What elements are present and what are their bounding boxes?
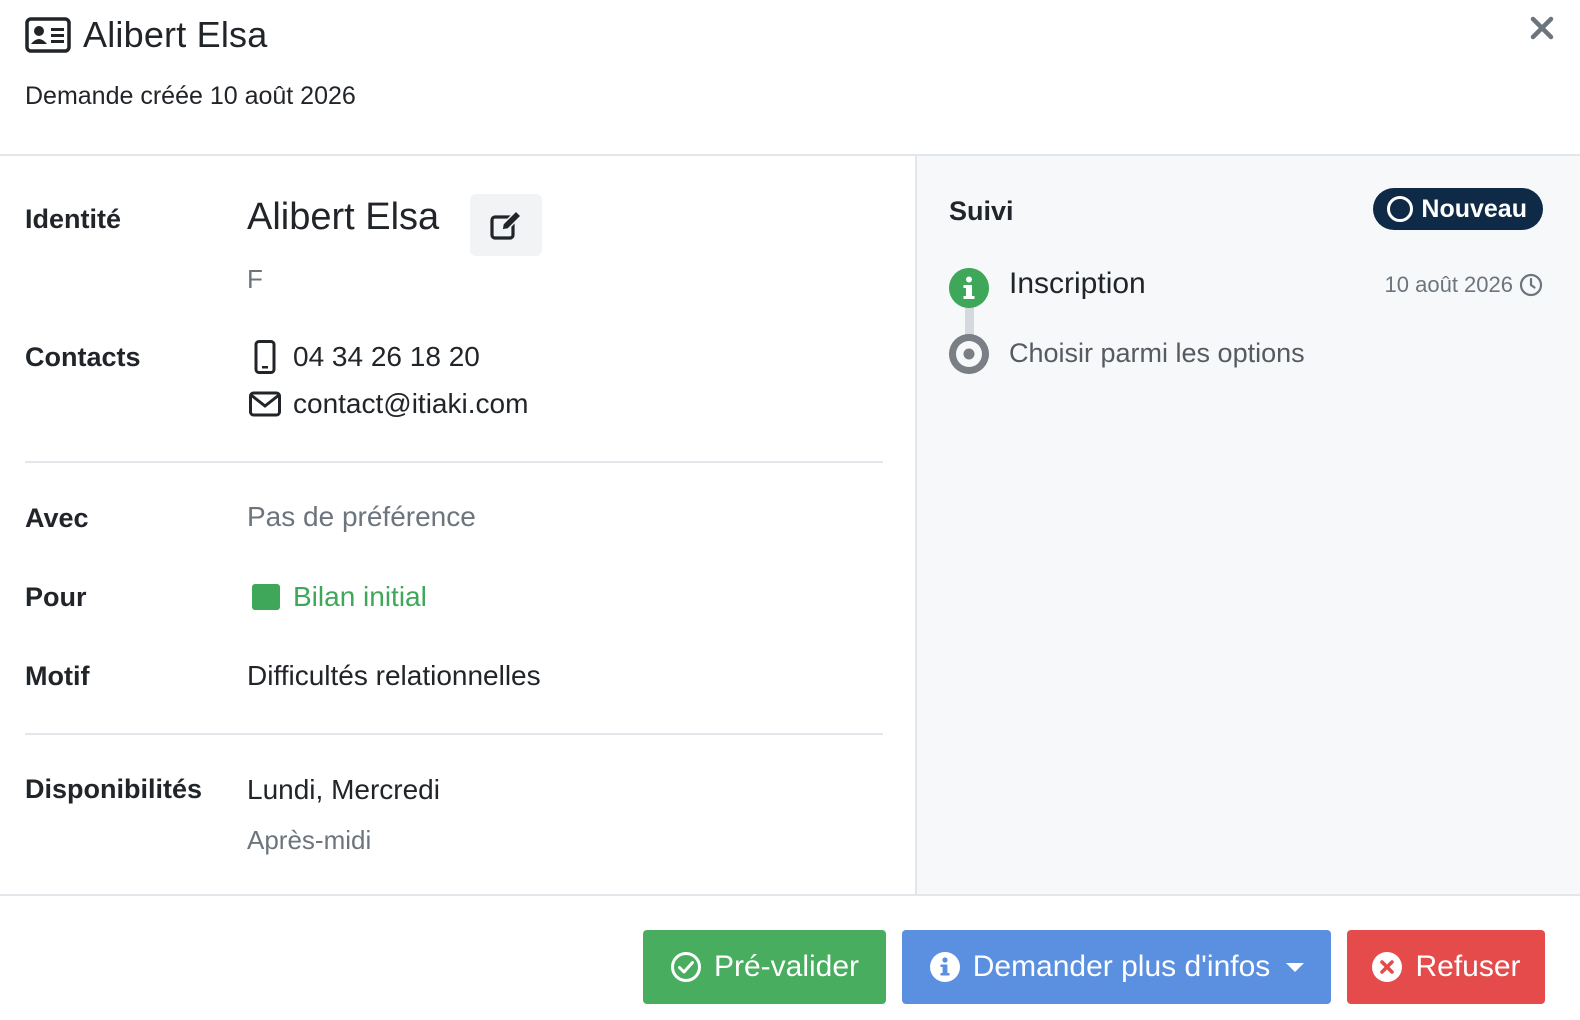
check-circle-icon: [670, 952, 701, 982]
contacts-label: Contacts: [25, 342, 141, 372]
avec-label: Avec: [25, 503, 89, 533]
timeline-options-prompt[interactable]: Choisir parmi les options: [1009, 338, 1305, 369]
edit-identity-button[interactable]: [470, 194, 542, 256]
close-icon[interactable]: [1528, 14, 1556, 42]
request-date: Demande créée 10 août 2026: [25, 82, 356, 110]
refuse-label: Refuser: [1415, 950, 1521, 983]
mobile-phone-icon: [254, 340, 276, 374]
prevalidate-label: Pré-valider: [713, 950, 860, 983]
edit-icon: [490, 209, 523, 240]
contact-phone[interactable]: 04 34 26 18 20: [249, 340, 480, 374]
phone-number: 04 34 26 18 20: [293, 341, 480, 372]
identity-gender: F: [247, 264, 263, 294]
status-badge: Nouveau: [1373, 188, 1543, 230]
divider: [25, 461, 883, 463]
request-more-info-label: Demander plus d'infos: [972, 950, 1271, 983]
timeline-event-label: Inscription: [1009, 267, 1146, 300]
timeline-event-date: 10 août 2026: [1385, 272, 1543, 298]
divider: [25, 733, 883, 735]
email-address: contact@itiaki.com: [293, 388, 529, 419]
request-more-info-button[interactable]: Demander plus d'infos: [902, 930, 1331, 1004]
timeline-date-text: 10 août 2026: [1384, 272, 1513, 297]
info-circle-icon: [929, 952, 960, 982]
disponibilites-days: Lundi, Mercredi: [247, 774, 440, 805]
request-details-panel: Identité Alibert Elsa F Contacts 04 34 2…: [0, 156, 915, 894]
times-circle-icon: [1372, 952, 1403, 982]
clock-icon: [1519, 273, 1543, 297]
id-card-icon: [25, 17, 71, 53]
identity-name: Alibert Elsa: [247, 196, 440, 238]
circle-icon: [1387, 196, 1414, 222]
identity-label: Identité: [25, 204, 122, 234]
pour-value: Bilan initial: [252, 581, 427, 613]
motif-label: Motif: [25, 661, 90, 691]
modal-title: Alibert Elsa: [83, 14, 268, 55]
refuse-button[interactable]: Refuser: [1347, 930, 1545, 1004]
disponibilites-label: Disponibilités: [25, 774, 203, 804]
prevalidate-button[interactable]: Pré-valider: [643, 930, 886, 1004]
info-circle-icon: [949, 268, 989, 308]
color-swatch: [252, 584, 280, 610]
suivi-title: Suivi: [949, 196, 1014, 226]
envelope-icon: [249, 391, 281, 417]
modal-header: Alibert Elsa Demande créée 10 août 2026: [0, 0, 1580, 156]
suivi-panel: Suivi Nouveau Inscription 10 août 2026 C…: [915, 156, 1580, 894]
pour-text: Bilan initial: [293, 581, 427, 612]
modal-footer: Pré-valider Demander plus d'infos Refuse…: [0, 894, 1580, 1020]
disponibilites-time: Après-midi: [247, 825, 372, 855]
status-badge-label: Nouveau: [1421, 194, 1527, 223]
motif-value: Difficultés relationnelles: [247, 660, 541, 691]
avec-value: Pas de préférence: [247, 501, 476, 532]
pour-label: Pour: [25, 582, 87, 612]
contact-email[interactable]: contact@itiaki.com: [249, 388, 528, 420]
caret-down-icon: [1286, 962, 1305, 972]
title-row: Alibert Elsa: [25, 14, 267, 56]
dot-circle-icon[interactable]: [949, 334, 989, 374]
